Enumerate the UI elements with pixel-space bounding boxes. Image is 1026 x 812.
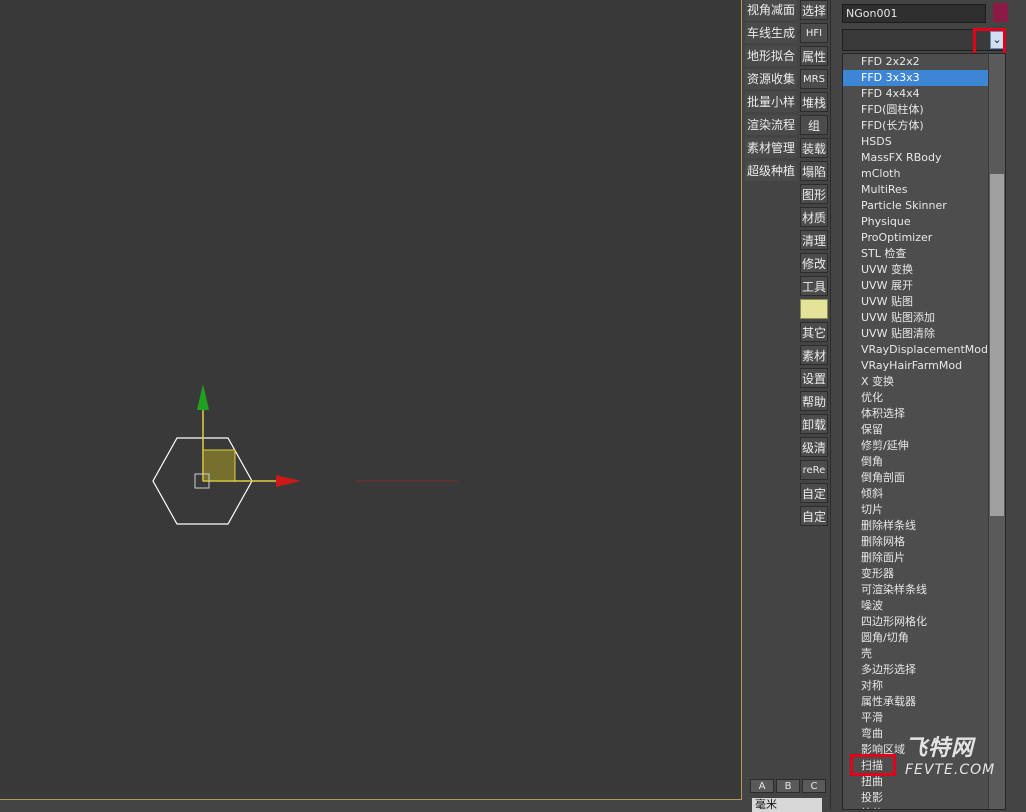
- modifier-item[interactable]: 拉伸: [843, 806, 1005, 809]
- watermark-site: FEVTE.COM: [905, 762, 996, 778]
- select-button[interactable]: 选择: [800, 0, 828, 20]
- modifier-item[interactable]: UVW 变换: [843, 262, 1005, 278]
- settings-button[interactable]: 设置: [800, 368, 828, 388]
- modifier-item[interactable]: UVW 贴图: [843, 294, 1005, 310]
- modifier-item[interactable]: 变形器: [843, 566, 1005, 582]
- tool-button-1[interactable]: 视角减面: [745, 0, 797, 20]
- mrs-button[interactable]: MRS: [800, 69, 828, 89]
- callout-box-sweep-item: [850, 754, 896, 776]
- modify-button[interactable]: 修改: [800, 253, 828, 273]
- uninstall-button[interactable]: 卸载: [800, 414, 828, 434]
- modifier-item[interactable]: 切片: [843, 502, 1005, 518]
- tool-button-5[interactable]: 批量小样: [745, 92, 797, 112]
- modifier-item[interactable]: 删除网格: [843, 534, 1005, 550]
- plugin-toolbar-right: 选择 HFI 属性 MRS 堆栈 组 装载 塌陷 图形 材质 清理 修改 工具 …: [800, 0, 828, 529]
- modifier-item[interactable]: UVW 贴图清除: [843, 326, 1005, 342]
- gizmo-y-arrow[interactable]: [197, 384, 209, 410]
- status-strip: [0, 800, 742, 810]
- clean-button[interactable]: 清理: [800, 230, 828, 250]
- modifier-item[interactable]: FFD(圆柱体): [843, 102, 1005, 118]
- modifier-item[interactable]: MultiRes: [843, 182, 1005, 198]
- properties-button[interactable]: 属性: [800, 46, 828, 66]
- modifier-item[interactable]: 对称: [843, 678, 1005, 694]
- hfi-button[interactable]: HFI: [800, 23, 828, 43]
- modifier-item[interactable]: UVW 贴图添加: [843, 310, 1005, 326]
- shape-button[interactable]: 图形: [800, 184, 828, 204]
- viewport-scene: [152, 384, 458, 525]
- modifier-item[interactable]: VRayHairFarmMod: [843, 358, 1005, 374]
- modifier-item[interactable]: 倒角剖面: [843, 470, 1005, 486]
- load-button[interactable]: 装载: [800, 138, 828, 158]
- modifier-item[interactable]: FFD 4x4x4: [843, 86, 1005, 102]
- modifier-item[interactable]: 删除样条线: [843, 518, 1005, 534]
- modifier-item[interactable]: FFD 2x2x2: [843, 54, 1005, 70]
- modifier-item[interactable]: 可渲染样条线: [843, 582, 1005, 598]
- modifier-item[interactable]: UVW 展开: [843, 278, 1005, 294]
- modifier-item[interactable]: ProOptimizer: [843, 230, 1005, 246]
- custom-button-1[interactable]: 自定: [800, 483, 828, 503]
- modifier-item[interactable]: 圆角/切角: [843, 630, 1005, 646]
- modifier-item[interactable]: 倾斜: [843, 486, 1005, 502]
- modifier-item[interactable]: 噪波: [843, 598, 1005, 614]
- custom-button-2[interactable]: 自定: [800, 506, 828, 526]
- tab-a-button[interactable]: A: [750, 779, 774, 793]
- group-button[interactable]: 组: [800, 115, 828, 135]
- rere-button[interactable]: reRe: [800, 460, 828, 480]
- modifier-item[interactable]: 多边形选择: [843, 662, 1005, 678]
- assets-button[interactable]: 素材: [800, 345, 828, 365]
- tool-button-6[interactable]: 渲染流程: [745, 115, 797, 135]
- tool-button-4[interactable]: 资源收集: [745, 69, 797, 89]
- modifier-item[interactable]: 属性承载器: [843, 694, 1005, 710]
- stack-button[interactable]: 堆栈: [800, 92, 828, 112]
- viewport[interactable]: [0, 0, 742, 800]
- callout-box-dropdown-arrow: [973, 28, 1006, 56]
- tool-button-3[interactable]: 地形拟合: [745, 46, 797, 66]
- modifier-item[interactable]: 平滑: [843, 710, 1005, 726]
- plugin-toolbar-left: 视角减面 车线生成 地形拟合 资源收集 批量小样 渲染流程 素材管理 超级种植: [745, 0, 797, 184]
- gizmo-x-arrow[interactable]: [276, 475, 301, 487]
- modifier-item[interactable]: FFD(长方体): [843, 118, 1005, 134]
- collapse-button[interactable]: 塌陷: [800, 161, 828, 181]
- modifier-item[interactable]: VRayDisplacementMod: [843, 342, 1005, 358]
- tab-c-button[interactable]: C: [802, 779, 826, 793]
- bottom-tab-group: A B C: [750, 779, 826, 793]
- modifier-item[interactable]: 四边形网格化: [843, 614, 1005, 630]
- modifier-item[interactable]: STL 检查: [843, 246, 1005, 262]
- modifier-item[interactable]: 体积选择: [843, 406, 1005, 422]
- tools-button[interactable]: 工具: [800, 276, 828, 296]
- scroll-thumb[interactable]: [990, 174, 1004, 516]
- modifier-item[interactable]: 修剪/延伸: [843, 438, 1005, 454]
- object-name-field[interactable]: NGon001: [842, 4, 986, 23]
- modifier-item[interactable]: FFD 3x3x3: [843, 70, 1005, 86]
- modifier-item[interactable]: Particle Skinner: [843, 198, 1005, 214]
- modifier-item[interactable]: HSDS: [843, 134, 1005, 150]
- tab-b-button[interactable]: B: [776, 779, 800, 793]
- modifier-items: FFD 2x2x2 FFD 3x3x3 FFD 4x4x4 FFD(圆柱体) FFD(长…: [843, 54, 1005, 809]
- site-watermark: 飞特网 FEVTE.COM: [905, 736, 995, 784]
- modifier-item[interactable]: MassFX RBody: [843, 150, 1005, 166]
- object-color-swatch[interactable]: [993, 3, 1008, 22]
- modifier-item[interactable]: X 变换: [843, 374, 1005, 390]
- highlight-swatch-button[interactable]: [800, 299, 828, 319]
- modifier-item[interactable]: 壳: [843, 646, 1005, 662]
- modifier-item[interactable]: 投影: [843, 790, 1005, 806]
- modifier-item[interactable]: mCloth: [843, 166, 1005, 182]
- tool-button-7[interactable]: 素材管理: [745, 138, 797, 158]
- tool-button-2[interactable]: 车线生成: [745, 23, 797, 43]
- modifier-dropdown-list[interactable]: FFD 2x2x2 FFD 3x3x3 FFD 4x4x4 FFD(圆柱体) FFD(长…: [842, 53, 1006, 810]
- help-button[interactable]: 帮助: [800, 391, 828, 411]
- modifier-item[interactable]: 优化: [843, 390, 1005, 406]
- tool-button-8[interactable]: 超级种植: [745, 161, 797, 181]
- material-button[interactable]: 材质: [800, 207, 828, 227]
- dropdown-scrollbar[interactable]: [988, 54, 1005, 809]
- other-button[interactable]: 其它: [800, 322, 828, 342]
- gizmo-xy-plane[interactable]: [202, 449, 236, 482]
- modifier-item[interactable]: 倒角: [843, 454, 1005, 470]
- modifier-item[interactable]: 保留: [843, 422, 1005, 438]
- level-clear-button[interactable]: 级清: [800, 437, 828, 457]
- watermark-logo: 飞特网: [905, 736, 975, 761]
- modifier-item[interactable]: Physique: [843, 214, 1005, 230]
- modifier-item[interactable]: 删除面片: [843, 550, 1005, 566]
